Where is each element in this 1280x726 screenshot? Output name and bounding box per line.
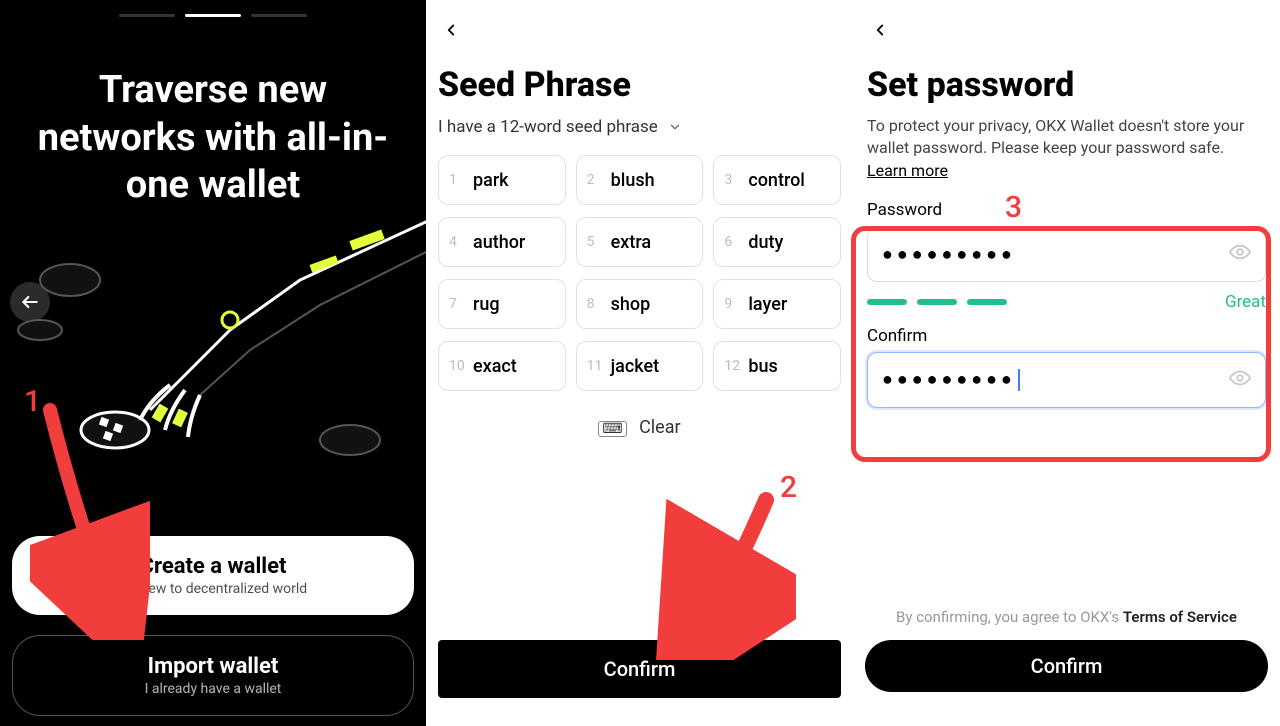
seed-word-number: 11 (587, 358, 601, 374)
seed-word-input[interactable]: 3 control (713, 155, 841, 205)
confirm-mask: ●●●●●●●●● (882, 369, 1219, 391)
annotation-number-1: 1 (24, 384, 41, 419)
seed-word-input[interactable]: 9 layer (713, 279, 841, 329)
confirm-label: Confirm (867, 326, 1266, 346)
seed-word-number: 8 (587, 296, 601, 312)
seed-word-number: 7 (449, 296, 463, 312)
seed-word-text: jacket (611, 356, 659, 377)
seed-word-text: shop (611, 294, 651, 315)
learn-more-link[interactable]: Learn more (867, 161, 948, 180)
clear-button[interactable]: ⌨ Clear (438, 417, 841, 438)
password-input[interactable]: ●●●●●●●●● (867, 226, 1266, 282)
terms-text: By confirming, you agree to OKX's Terms … (867, 608, 1266, 626)
clear-label: Clear (639, 417, 681, 438)
import-wallet-title: Import wallet (33, 654, 393, 679)
import-wallet-button[interactable]: Import wallet I already have a wallet (12, 635, 414, 716)
seed-word-input[interactable]: 10 exact (438, 341, 566, 391)
seed-word-text: rug (473, 294, 500, 315)
seed-word-text: exact (473, 356, 517, 377)
desc-text: To protect your privacy, OKX Wallet does… (867, 116, 1244, 157)
chevron-left-icon (871, 18, 889, 42)
seed-word-input[interactable]: 4 author (438, 217, 566, 267)
seed-word-input[interactable]: 8 shop (576, 279, 704, 329)
progress-indicator (0, 0, 426, 17)
confirm-button[interactable]: Confirm (438, 640, 841, 698)
onboarding-panel: Traverse new networks with all-in-one wa… (0, 0, 426, 726)
create-wallet-subtitle: I'm new to decentralized world (32, 581, 394, 597)
seed-word-number: 10 (449, 358, 463, 374)
seed-word-text: park (473, 170, 509, 191)
seed-length-dropdown[interactable]: I have a 12-word seed phrase (438, 117, 841, 137)
back-button[interactable] (867, 10, 907, 55)
password-label: Password (867, 200, 1266, 220)
onboarding-illustration (0, 210, 426, 490)
seed-word-input[interactable]: 11 jacket (576, 341, 704, 391)
set-password-title: Set password (867, 65, 1266, 105)
chevron-down-icon (668, 120, 682, 134)
seed-word-text: blush (611, 170, 655, 191)
back-button[interactable] (438, 10, 478, 55)
seed-word-input[interactable]: 12 bus (713, 341, 841, 391)
seed-word-input[interactable]: 2 blush (576, 155, 704, 205)
seed-word-input[interactable]: 7 rug (438, 279, 566, 329)
confirm-label: Confirm (1031, 654, 1103, 678)
seed-word-text: bus (748, 356, 777, 377)
seed-word-number: 12 (724, 358, 738, 374)
seed-phrase-panel: Seed Phrase I have a 12-word seed phrase… (426, 0, 853, 726)
seed-length-label: I have a 12-word seed phrase (438, 117, 658, 137)
chevron-left-icon (442, 18, 460, 42)
seed-word-text: extra (611, 232, 651, 253)
seed-word-number: 1 (449, 172, 463, 188)
back-button[interactable] (10, 282, 50, 322)
eye-icon[interactable] (1229, 241, 1251, 267)
annotation-arrow-2 (656, 490, 796, 660)
terms-link[interactable]: Terms of Service (1123, 608, 1237, 626)
seed-phrase-title: Seed Phrase (438, 65, 841, 105)
seed-word-number: 5 (587, 234, 601, 250)
seed-word-text: author (473, 232, 525, 253)
arrow-left-icon (20, 292, 40, 312)
create-wallet-button[interactable]: Create a wallet I'm new to decentralized… (12, 536, 414, 615)
seed-word-number: 3 (724, 172, 738, 188)
seed-word-text: duty (748, 232, 783, 253)
seed-word-input[interactable]: 6 duty (713, 217, 841, 267)
password-mask: ●●●●●●●●● (882, 244, 1219, 265)
keyboard-icon: ⌨ (598, 421, 626, 437)
import-wallet-subtitle: I already have a wallet (33, 681, 393, 697)
onboarding-title: Traverse new networks with all-in-one wa… (0, 17, 426, 230)
seed-word-text: control (748, 170, 805, 191)
eye-icon[interactable] (1229, 367, 1251, 393)
seed-word-number: 4 (449, 234, 463, 250)
strength-label: Great (1225, 292, 1266, 312)
tos-prefix: By confirming, you agree to OKX's (896, 608, 1123, 626)
seed-word-number: 6 (724, 234, 738, 250)
confirm-password-input[interactable]: ●●●●●●●●● (867, 352, 1266, 408)
seed-word-input[interactable]: 5 extra (576, 217, 704, 267)
password-strength: Great (867, 292, 1266, 312)
create-wallet-title: Create a wallet (32, 554, 394, 579)
set-password-description: To protect your privacy, OKX Wallet does… (867, 115, 1266, 182)
seed-word-text: layer (748, 294, 787, 315)
confirm-label: Confirm (604, 657, 676, 681)
seed-word-input[interactable]: 1 park (438, 155, 566, 205)
confirm-button[interactable]: Confirm (865, 640, 1268, 692)
annotation-number-2: 2 (780, 470, 797, 505)
seed-word-number: 9 (724, 296, 738, 312)
set-password-panel: Set password To protect your privacy, OK… (853, 0, 1280, 726)
seed-word-number: 2 (587, 172, 601, 188)
seed-word-grid: 1 park 2 blush 3 control 4 author 5 extra 6 duty 7 ru… (438, 155, 841, 391)
